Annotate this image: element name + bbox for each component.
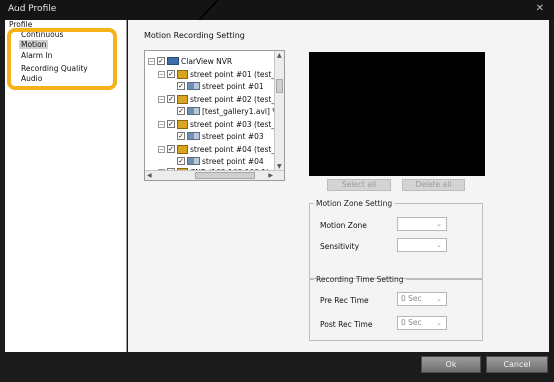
sensitivity-select[interactable]: ⌄: [397, 238, 447, 252]
chevron-down-icon: ⌄: [436, 319, 442, 327]
scroll-down-icon[interactable]: ▼: [277, 163, 282, 170]
sensitivity-label: Sensitivity: [320, 242, 360, 251]
collapse-icon[interactable]: −: [158, 70, 165, 78]
camera-tree[interactable]: − ✓ ClarView NVR − ✓ street point #01 (t…: [144, 50, 285, 181]
camera-group-icon: [177, 119, 188, 129]
tree-label: [test_gallery1.avi] Vide: [202, 106, 285, 116]
tree-row-group[interactable]: − ✓ street point #03 (test_044.: [158, 118, 285, 130]
pre-rec-time-value: 0 Sec: [401, 294, 422, 303]
delete-all-button[interactable]: Delete all: [402, 179, 465, 191]
checkbox-checked[interactable]: ✓: [177, 132, 185, 140]
cancel-button[interactable]: Cancel: [486, 356, 548, 373]
content-panel: Motion Recording Setting − ✓ ClarView NV…: [128, 20, 549, 352]
scroll-thumb[interactable]: [195, 172, 255, 179]
tree-row-group[interactable]: − ✓ street point #02 (test_galle: [158, 93, 285, 105]
collapse-icon[interactable]: −: [158, 120, 165, 128]
camera-icon: [187, 132, 200, 140]
scroll-left-icon[interactable]: ◀: [147, 172, 152, 179]
section-title: Motion Recording Setting: [144, 31, 245, 40]
profile-nav: Profile Continuous Motion Alarm In Recor…: [5, 20, 127, 352]
recording-time-legend: Recording Time Setting: [316, 275, 404, 284]
collapse-icon[interactable]: −: [158, 95, 165, 103]
tree-row-camera[interactable]: ✓ [test_gallery1.avi] Vide: [177, 105, 285, 117]
tree-label: street point #04: [202, 156, 264, 166]
recording-time-group: Recording Time Setting: [309, 275, 483, 341]
scroll-thumb[interactable]: [276, 79, 283, 93]
nvr-icon: [167, 57, 179, 65]
camera-icon: [187, 82, 200, 90]
tree-row-camera[interactable]: ✓ street point #01: [177, 80, 264, 92]
tree-row-group[interactable]: − ✓ street point #01 (test_galle: [158, 68, 285, 80]
pre-rec-time-select[interactable]: 0 Sec ⌄: [397, 292, 447, 306]
motion-zone-group: Motion Zone Setting: [309, 199, 483, 279]
post-rec-time-select[interactable]: 0 Sec ⌄: [397, 316, 447, 330]
motion-zone-label: Motion Zone: [320, 221, 367, 230]
camera-icon: [187, 157, 200, 165]
tree-row-nvr[interactable]: − ✓ ClarView NVR: [148, 55, 232, 67]
checkbox-checked[interactable]: ✓: [177, 107, 185, 115]
chevron-down-icon: ⌄: [436, 220, 442, 228]
checkbox-checked[interactable]: ✓: [177, 82, 185, 90]
scroll-up-icon[interactable]: ▲: [277, 52, 282, 59]
tree-label: street point #03: [202, 131, 264, 141]
motion-zone-legend: Motion Zone Setting: [316, 199, 393, 208]
video-preview[interactable]: [309, 52, 485, 176]
post-rec-time-value: 0 Sec: [401, 318, 422, 327]
camera-group-icon: [177, 144, 188, 154]
scroll-right-icon[interactable]: ▶: [268, 172, 273, 179]
checkbox-checked[interactable]: ✓: [167, 120, 175, 128]
camera-group-icon: [177, 69, 188, 79]
motion-zone-select[interactable]: ⌄: [397, 217, 447, 231]
tree-label: street point #04 (test_033.: [190, 144, 285, 154]
tree-row-group[interactable]: − ✓ street point #04 (test_033.: [158, 143, 285, 155]
select-all-button[interactable]: Select all: [327, 179, 391, 191]
checkbox-checked[interactable]: ✓: [157, 57, 165, 65]
pre-rec-time-label: Pre Rec Time: [320, 296, 369, 305]
collapse-icon[interactable]: −: [148, 57, 155, 65]
tree-label: street point #03 (test_044.: [190, 119, 285, 129]
tree-label: ClarView NVR: [181, 56, 233, 66]
checkbox-checked[interactable]: ✓: [177, 157, 185, 165]
checkbox-checked[interactable]: ✓: [167, 145, 175, 153]
chevron-down-icon: ⌄: [436, 241, 442, 249]
post-rec-time-label: Post Rec Time: [320, 320, 373, 329]
tree-row-camera[interactable]: ✓ street point #03: [177, 130, 264, 142]
tree-label: street point #01: [202, 81, 264, 91]
checkbox-checked[interactable]: ✓: [167, 70, 175, 78]
tree-vertical-scrollbar[interactable]: ▲ ▼: [274, 51, 284, 171]
camera-group-icon: [177, 94, 188, 104]
checkbox-checked[interactable]: ✓: [167, 95, 175, 103]
collapse-icon[interactable]: −: [158, 145, 165, 153]
camera-icon: [187, 107, 200, 115]
tree-label: street point #01 (test_galle: [190, 69, 285, 79]
tree-label: street point #02 (test_galle: [190, 94, 285, 104]
chevron-down-icon: ⌄: [436, 295, 442, 303]
ok-button[interactable]: Ok: [421, 356, 481, 373]
tree-horizontal-scrollbar[interactable]: ◀ ▶: [145, 170, 284, 180]
